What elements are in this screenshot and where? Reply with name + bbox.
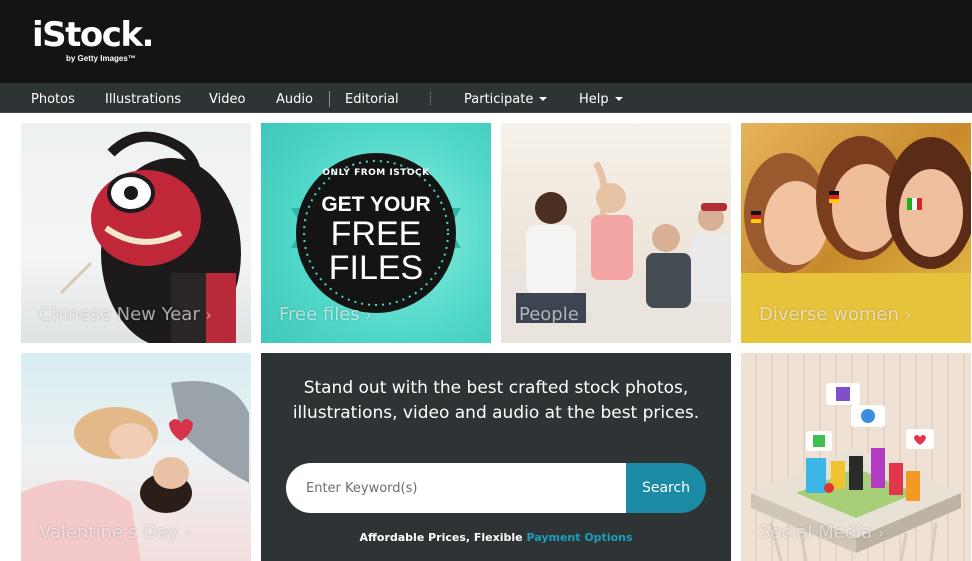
- tile-caption-text: Diverse women: [759, 304, 899, 325]
- tile-chinese-new-year[interactable]: Chinese New Year ›: [21, 123, 251, 343]
- nav-video[interactable]: Video: [209, 83, 245, 113]
- badge-top-text: ONLY FROM ISTOCK: [322, 168, 430, 178]
- tile-caption: Chinese New Year ›: [39, 304, 212, 325]
- tile-caption-text: Social Media: [759, 522, 873, 543]
- nav-divider: [329, 91, 330, 107]
- tile-people[interactable]: People ›: [501, 123, 731, 343]
- tile-caption-text: People: [519, 304, 579, 325]
- payment-options-link[interactable]: Payment Options: [526, 531, 632, 544]
- tile-caption-text: Valentine's Day: [39, 522, 179, 543]
- tile-diverse-women[interactable]: Diverse women ›: [741, 123, 971, 343]
- main-navigation: Photos Illustrations Video Audio Editori…: [0, 83, 972, 113]
- nav-help-label: Help: [579, 92, 609, 107]
- nav-participate[interactable]: Participate: [464, 83, 548, 113]
- tile-social-media[interactable]: Social Media ›: [741, 353, 971, 561]
- search-button[interactable]: Search: [626, 463, 706, 513]
- logo-byline: by Getty Images™: [66, 54, 136, 63]
- tile-caption: People ›: [519, 304, 591, 325]
- tile-caption: Diverse women ›: [759, 304, 911, 325]
- nav-help[interactable]: Help: [579, 83, 623, 113]
- tile-free-files[interactable]: ONLY FROM ISTOCK GET YOUR FREE FILES Fre…: [261, 123, 491, 343]
- site-header: iStock. by Getty Images™: [0, 0, 972, 83]
- tile-caption: Valentine's Day ›: [39, 522, 191, 543]
- tile-caption: Social Media ›: [759, 522, 884, 543]
- promo-footer: Affordable Prices, Flexible Payment Opti…: [261, 531, 731, 544]
- chevron-right-icon: ›: [904, 306, 911, 324]
- promo-headline-line-1: Stand out with the best crafted stock ph…: [303, 378, 689, 398]
- chevron-right-icon: ›: [584, 306, 591, 324]
- chevron-down-icon: [614, 97, 623, 101]
- nav-photos[interactable]: Photos: [31, 83, 75, 113]
- tile-caption: Free files ›: [279, 304, 372, 325]
- search-form: Search: [286, 463, 706, 513]
- promo-headline: Stand out with the best crafted stock ph…: [261, 376, 731, 426]
- badge-line-3: FILES: [328, 249, 424, 287]
- istock-logo[interactable]: iStock. by Getty Images™: [32, 15, 154, 63]
- chevron-down-icon: [539, 97, 548, 101]
- promo-footer-text: Affordable Prices, Flexible: [359, 531, 523, 544]
- chevron-right-icon: ›: [205, 306, 212, 324]
- nav-editorial[interactable]: Editorial: [345, 83, 399, 113]
- nav-dotted-divider: [430, 92, 431, 105]
- chevron-right-icon: ›: [365, 306, 372, 324]
- logo-wordmark: iStock.: [32, 15, 154, 55]
- nav-audio[interactable]: Audio: [276, 83, 313, 113]
- chevron-right-icon: ›: [184, 524, 191, 542]
- chevron-right-icon: ›: [878, 524, 885, 542]
- nav-participate-label: Participate: [464, 92, 534, 107]
- tile-valentines-day[interactable]: Valentine's Day ›: [21, 353, 251, 561]
- nav-illustrations[interactable]: Illustrations: [105, 83, 181, 113]
- tile-caption-text: Free files: [279, 304, 360, 325]
- promo-headline-line-2: illustrations, video and audio at the be…: [292, 403, 700, 423]
- search-promo-panel: Stand out with the best crafted stock ph…: [261, 353, 731, 561]
- tile-caption-text: Chinese New Year: [39, 304, 200, 325]
- badge-line-1: GET YOUR: [321, 193, 431, 216]
- search-input[interactable]: [286, 463, 628, 513]
